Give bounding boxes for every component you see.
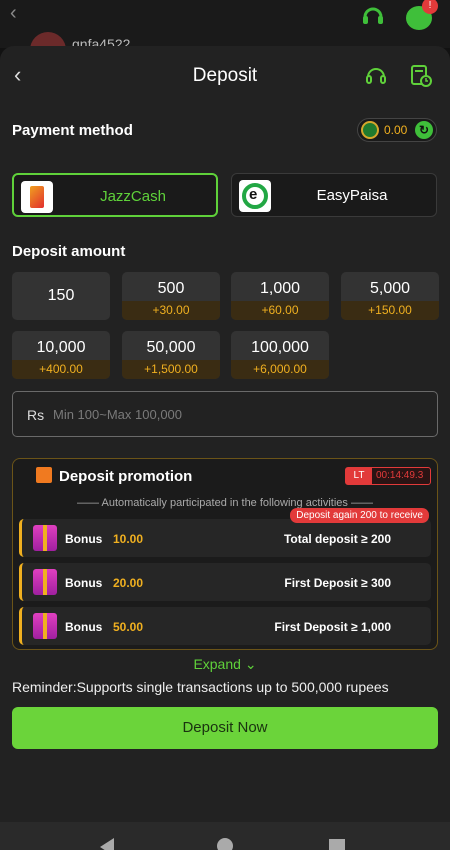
bonus-label: Bonus bbox=[65, 576, 103, 590]
amount-bonus: +1,500.00 bbox=[122, 360, 220, 379]
limited-time-tag: LT bbox=[346, 468, 372, 484]
reminder-text: Reminder:Supports single transactions up… bbox=[12, 679, 389, 695]
system-nav-bar bbox=[0, 822, 450, 850]
payment-option-easypaisa[interactable]: e EasyPaisa bbox=[231, 173, 437, 217]
bonus-label: Bonus bbox=[65, 532, 103, 546]
balance-pill: 0.00 ↻ bbox=[357, 118, 437, 142]
bonus-value: 50.00 bbox=[113, 620, 144, 634]
expand-button[interactable]: Expand ⌄ bbox=[0, 656, 450, 673]
deposit-header: ‹ Deposit bbox=[0, 46, 450, 106]
amount-bonus: +6,000.00 bbox=[231, 360, 329, 379]
limited-time-timer: LT 00:14:49.3 bbox=[345, 467, 431, 485]
background-back-icon[interactable]: ‹ bbox=[10, 2, 17, 25]
bonus-row: Bonus 50.00 First Deposit ≥ 1,000 bbox=[19, 607, 431, 645]
balance-amount: 0.00 bbox=[384, 123, 408, 137]
amount-input-box[interactable]: Rs bbox=[12, 391, 438, 437]
promotion-title: Deposit promotion bbox=[59, 468, 193, 485]
background-support-icon[interactable] bbox=[360, 3, 386, 29]
currency-label: Rs bbox=[27, 407, 45, 423]
amount-option[interactable]: 5,000 +150.00 bbox=[341, 272, 439, 320]
nav-back-icon[interactable] bbox=[100, 838, 114, 850]
bonus-condition: First Deposit ≥ 300 bbox=[284, 576, 391, 590]
amount-value: 1,000 bbox=[259, 280, 301, 297]
gift-box-icon bbox=[33, 525, 57, 551]
nav-recents-icon[interactable] bbox=[329, 839, 345, 850]
support-icon[interactable] bbox=[364, 64, 388, 88]
amount-value: 100,000 bbox=[251, 339, 309, 356]
deposit-amount-label: Deposit amount bbox=[12, 243, 126, 260]
amount-option[interactable]: 500 +30.00 bbox=[122, 272, 220, 320]
amount-bonus: +60.00 bbox=[231, 301, 329, 320]
amount-bonus: +400.00 bbox=[12, 360, 110, 379]
bonus-label: Bonus bbox=[65, 620, 103, 634]
chevron-down-icon: ⌄ bbox=[244, 656, 257, 672]
payment-option-label: EasyPaisa bbox=[316, 187, 388, 204]
amount-option[interactable]: 150 bbox=[12, 272, 110, 320]
bonus-condition: First Deposit ≥ 1,000 bbox=[274, 620, 391, 634]
gift-box-icon bbox=[33, 613, 57, 639]
amount-value: 10,000 bbox=[36, 339, 86, 356]
background-chat-icon[interactable]: ! bbox=[406, 0, 438, 30]
bonus-condition: Total deposit ≥ 200 bbox=[283, 532, 391, 546]
pakistan-flag-icon bbox=[361, 121, 379, 139]
deposit-promotion-card: Deposit promotion LT 00:14:49.3 —— Autom… bbox=[12, 458, 438, 650]
refresh-icon[interactable]: ↻ bbox=[415, 121, 433, 139]
gift-box-icon bbox=[33, 569, 57, 595]
amount-option[interactable]: 50,000 +1,500.00 bbox=[122, 331, 220, 379]
amount-bonus: +150.00 bbox=[341, 301, 439, 320]
history-icon[interactable] bbox=[410, 64, 432, 88]
bonus-value: 20.00 bbox=[113, 576, 144, 590]
expand-label: Expand bbox=[193, 656, 241, 672]
nav-home-icon[interactable] bbox=[217, 838, 233, 850]
gift-icon bbox=[36, 467, 52, 483]
deposit-now-button[interactable]: Deposit Now bbox=[12, 707, 438, 749]
payment-option-label: JazzCash bbox=[100, 188, 166, 205]
amount-value: 500 bbox=[157, 280, 185, 297]
amount-value: 50,000 bbox=[146, 339, 196, 356]
payment-method-label: Payment method bbox=[12, 122, 133, 139]
payment-option-jazzcash[interactable]: JazzCash bbox=[12, 173, 218, 217]
deposit-again-tag: Deposit again 200 to receive bbox=[290, 508, 429, 523]
easypaisa-logo-icon: e bbox=[239, 180, 271, 212]
amount-value: 5,000 bbox=[369, 280, 411, 297]
deposit-sheet: ‹ Deposit Payment method 0.00 ↻ JazzCash… bbox=[0, 46, 450, 822]
amount-value: 150 bbox=[47, 287, 75, 304]
amount-option[interactable]: 100,000 +6,000.00 bbox=[231, 331, 329, 379]
amount-bonus: +30.00 bbox=[122, 301, 220, 320]
jazzcash-logo-icon bbox=[21, 181, 53, 213]
timer-value: 00:14:49.3 bbox=[376, 470, 424, 481]
amount-option[interactable]: 1,000 +60.00 bbox=[231, 272, 329, 320]
amount-input[interactable] bbox=[53, 401, 423, 427]
bonus-value: 10.00 bbox=[113, 532, 144, 546]
amount-option[interactable]: 10,000 +400.00 bbox=[12, 331, 110, 379]
bonus-row: Bonus 10.00 Total deposit ≥ 200 Deposit … bbox=[19, 508, 431, 557]
bonus-row: Bonus 20.00 First Deposit ≥ 300 bbox=[19, 563, 431, 601]
